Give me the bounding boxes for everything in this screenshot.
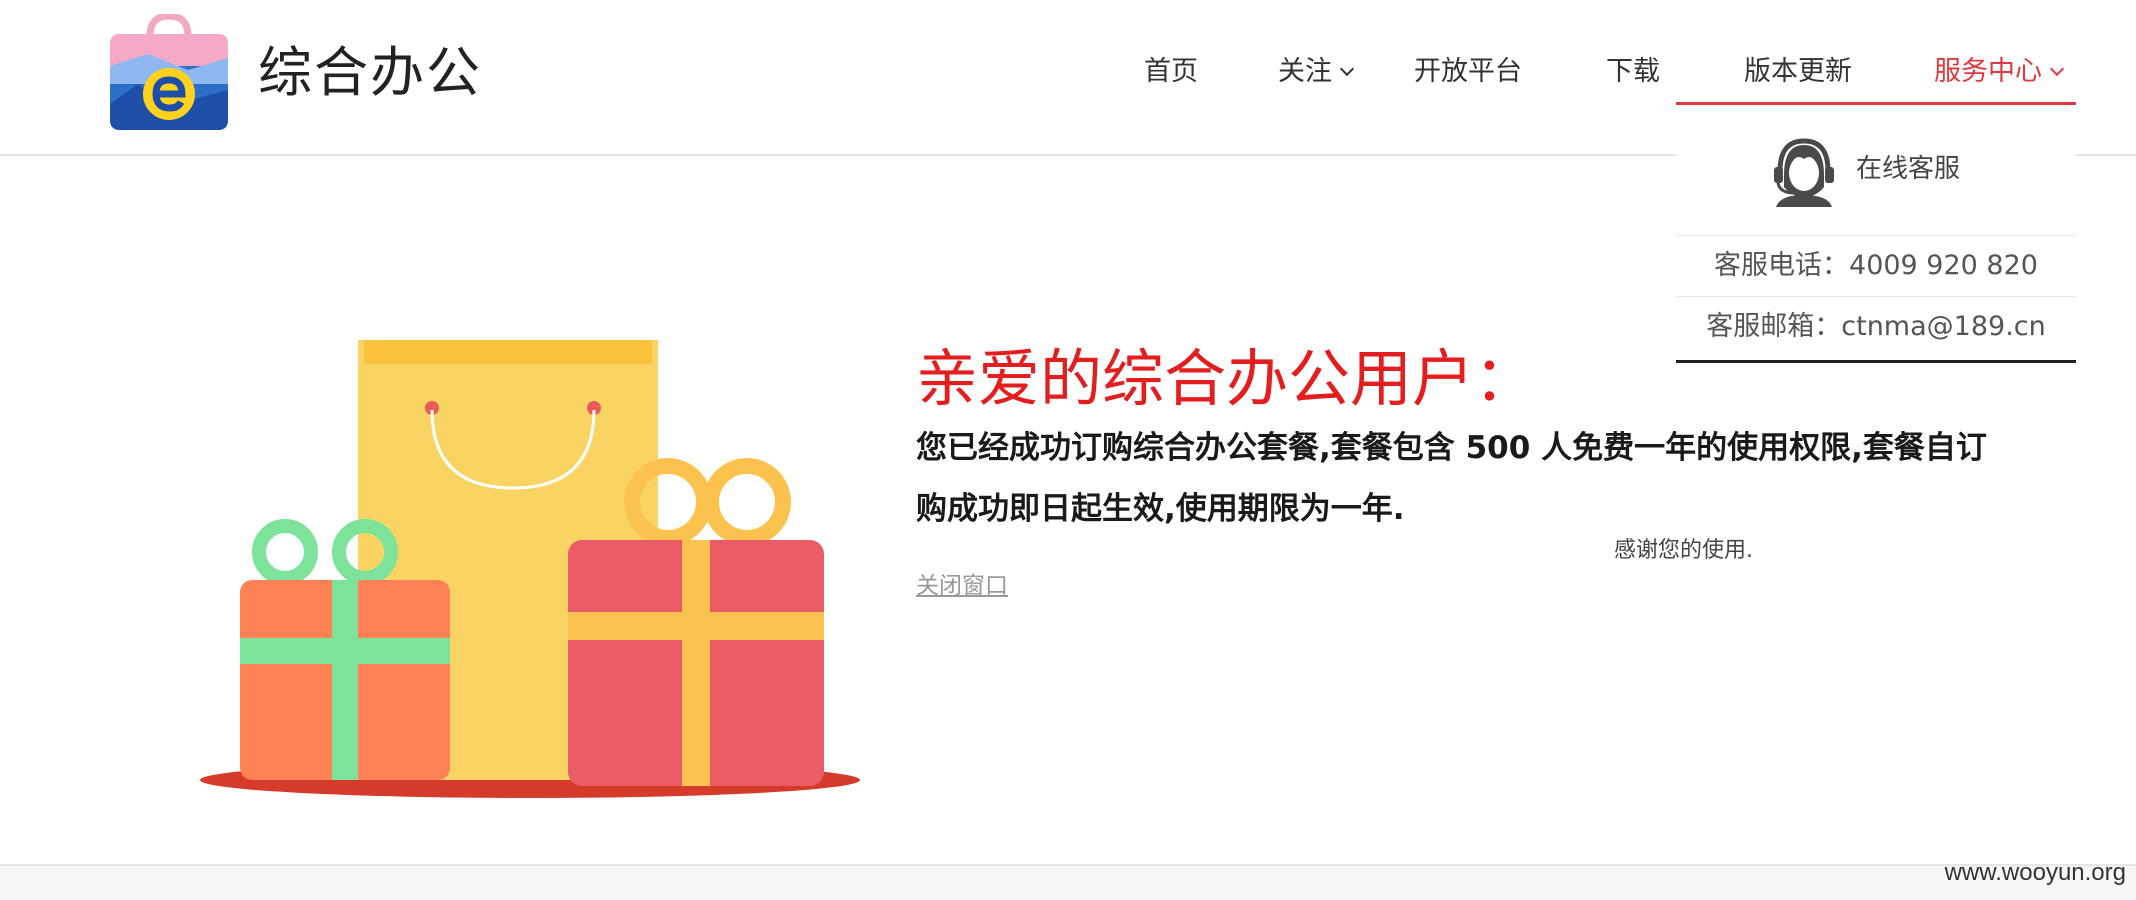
subscription-message: 您已经成功订购综合办公套餐,套餐包含 500 人免费一年的使用权限,套餐自订购成… — [916, 430, 1987, 527]
gift-bag-illustration — [200, 340, 860, 798]
page-footer — [0, 866, 2136, 900]
brand-name: 综合办公 — [258, 41, 482, 104]
nav-service-center-label: 服务中心 — [1934, 56, 2042, 87]
service-email[interactable]: 客服邮箱：ctnma@189.cn — [1676, 297, 2076, 357]
service-center-dropdown: 在线客服 客服电话：4009 920 820 客服邮箱：ctnma@189.cn — [1676, 105, 2076, 363]
chevron-down-icon — [2049, 61, 2065, 77]
online-service-item[interactable]: 在线客服 — [1676, 105, 2076, 236]
nav-download[interactable]: 下载 — [1606, 50, 1660, 94]
nav-version-update[interactable]: 版本更新 — [1744, 50, 1852, 94]
app-logo-icon[interactable] — [108, 14, 230, 132]
chevron-down-icon — [1339, 61, 1355, 77]
online-service-label: 在线客服 — [1856, 154, 1961, 184]
watermark-text: www.wooyun.org — [1944, 859, 2126, 886]
dropdown-bottom-border — [1676, 360, 2076, 363]
thanks-text: 感谢您的使用. — [1614, 538, 1753, 563]
service-phone[interactable]: 客服电话：4009 920 820 — [1676, 236, 2076, 297]
greeting-heading: 亲爱的综合办公用户： — [916, 342, 1537, 415]
customer-service-agent-icon — [1774, 138, 1834, 207]
nav-service-center[interactable]: 服务中心 — [1934, 50, 2065, 94]
close-window-link[interactable]: 关闭窗口 — [916, 570, 1008, 602]
nav-follow-label: 关注 — [1278, 56, 1332, 87]
nav-open-platform[interactable]: 开放平台 — [1414, 50, 1522, 94]
nav-home[interactable]: 首页 — [1144, 50, 1198, 94]
nav-follow[interactable]: 关注 — [1278, 50, 1355, 94]
